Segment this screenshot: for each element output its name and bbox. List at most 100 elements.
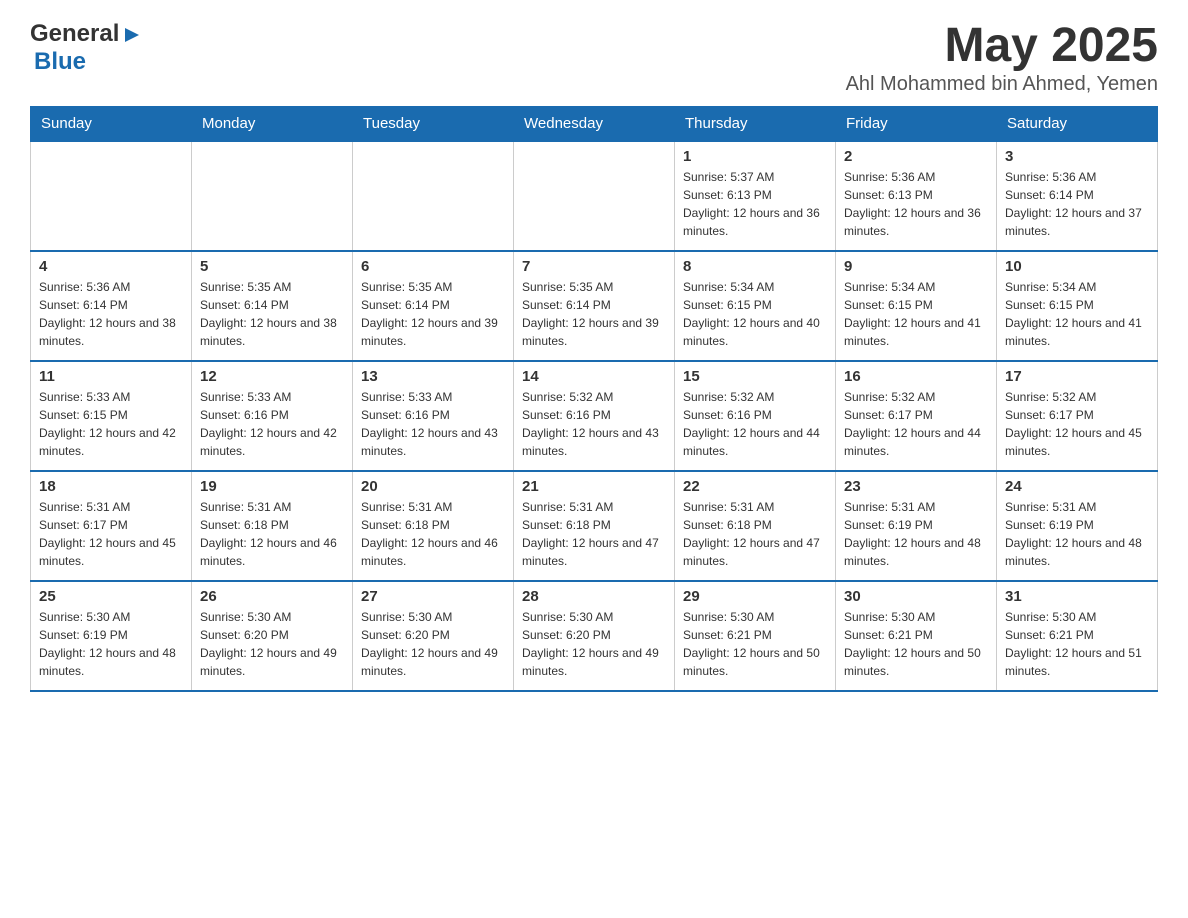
day-cell: 4Sunrise: 5:36 AMSunset: 6:14 PMDaylight… xyxy=(31,251,192,361)
day-cell: 30 Sunrise: 5:30 AMSunset: 6:21 PMDayligh… xyxy=(836,581,997,691)
day-cell: 22Sunrise: 5:31 AMSunset: 6:18 PMDayligh… xyxy=(675,471,836,581)
day-info: Sunrise: 5:31 AMSunset: 6:18 PMDaylight:… xyxy=(522,498,666,570)
day-cell: 26Sunrise: 5:30 AMSunset: 6:20 PMDayligh… xyxy=(192,581,353,691)
day-number: 8 xyxy=(683,258,827,275)
day-number: 14 xyxy=(522,368,666,385)
day-info: Sunrise: 5:35 AMSunset: 6:14 PMDaylight:… xyxy=(200,278,344,350)
weekday-header-row: SundayMondayTuesdayWednesdayThursdayFrid… xyxy=(31,106,1158,141)
day-info: Sunrise: 5:31 AMSunset: 6:17 PMDaylight:… xyxy=(39,498,183,570)
logo-general-text: General xyxy=(30,20,119,48)
day-info: Sunrise: 5:30 AMSunset: 6:19 PMDaylight:… xyxy=(39,608,183,680)
day-info: Sunrise: 5:30 AMSunset: 6:21 PMDaylight:… xyxy=(683,608,827,680)
logo-blue-text: Blue xyxy=(34,48,86,76)
day-info: Sunrise: 5:32 AMSunset: 6:16 PMDaylight:… xyxy=(522,388,666,460)
day-cell: 15 Sunrise: 5:32 AMSunset: 6:16 PMDayligh… xyxy=(675,361,836,471)
calendar-table: SundayMondayTuesdayWednesdayThursdayFrid… xyxy=(30,106,1158,692)
day-cell: 2 Sunrise: 5:36 AMSunset: 6:13 PMDaylight… xyxy=(836,141,997,251)
day-number: 12 xyxy=(200,368,344,385)
week-row-2: 4Sunrise: 5:36 AMSunset: 6:14 PMDaylight… xyxy=(31,251,1158,361)
day-cell xyxy=(31,141,192,251)
day-number: 9 xyxy=(844,258,988,275)
week-row-5: 25 Sunrise: 5:30 AMSunset: 6:19 PMDayligh… xyxy=(31,581,1158,691)
day-number: 21 xyxy=(522,478,666,495)
day-info: Sunrise: 5:31 AMSunset: 6:18 PMDaylight:… xyxy=(361,498,505,570)
day-info: Sunrise: 5:34 AMSunset: 6:15 PMDaylight:… xyxy=(1005,278,1149,350)
day-number: 1 xyxy=(683,148,827,165)
day-cell xyxy=(514,141,675,251)
day-number: 22 xyxy=(683,478,827,495)
day-number: 18 xyxy=(39,478,183,495)
day-info: Sunrise: 5:35 AMSunset: 6:14 PMDaylight:… xyxy=(522,278,666,350)
week-row-1: 1 Sunrise: 5:37 AMSunset: 6:13 PMDaylight… xyxy=(31,141,1158,251)
day-cell: 31 Sunrise: 5:30 AMSunset: 6:21 PMDayligh… xyxy=(997,581,1158,691)
day-cell: 27 Sunrise: 5:30 AMSunset: 6:20 PMDayligh… xyxy=(353,581,514,691)
day-cell: 18 Sunrise: 5:31 AMSunset: 6:17 PMDayligh… xyxy=(31,471,192,581)
day-cell: 9 Sunrise: 5:34 AMSunset: 6:15 PMDaylight… xyxy=(836,251,997,361)
day-cell: 11 Sunrise: 5:33 AMSunset: 6:15 PMDayligh… xyxy=(31,361,192,471)
day-number: 2 xyxy=(844,148,988,165)
day-info: Sunrise: 5:37 AMSunset: 6:13 PMDaylight:… xyxy=(683,168,827,240)
day-info: Sunrise: 5:34 AMSunset: 6:15 PMDaylight:… xyxy=(844,278,988,350)
day-cell: 20 Sunrise: 5:31 AMSunset: 6:18 PMDayligh… xyxy=(353,471,514,581)
day-cell: 10Sunrise: 5:34 AMSunset: 6:15 PMDayligh… xyxy=(997,251,1158,361)
weekday-header-sunday: Sunday xyxy=(31,106,192,141)
day-info: Sunrise: 5:30 AMSunset: 6:20 PMDaylight:… xyxy=(522,608,666,680)
day-cell: 3 Sunrise: 5:36 AMSunset: 6:14 PMDaylight… xyxy=(997,141,1158,251)
day-info: Sunrise: 5:31 AMSunset: 6:19 PMDaylight:… xyxy=(1005,498,1149,570)
day-number: 3 xyxy=(1005,148,1149,165)
day-number: 16 xyxy=(844,368,988,385)
day-cell: 12 Sunrise: 5:33 AMSunset: 6:16 PMDayligh… xyxy=(192,361,353,471)
day-number: 20 xyxy=(361,478,505,495)
day-cell: 28 Sunrise: 5:30 AMSunset: 6:20 PMDayligh… xyxy=(514,581,675,691)
week-row-3: 11 Sunrise: 5:33 AMSunset: 6:15 PMDayligh… xyxy=(31,361,1158,471)
day-cell: 8 Sunrise: 5:34 AMSunset: 6:15 PMDaylight… xyxy=(675,251,836,361)
day-cell xyxy=(353,141,514,251)
day-cell: 23Sunrise: 5:31 AMSunset: 6:19 PMDayligh… xyxy=(836,471,997,581)
day-cell: 13 Sunrise: 5:33 AMSunset: 6:16 PMDayligh… xyxy=(353,361,514,471)
day-number: 24 xyxy=(1005,478,1149,495)
day-number: 31 xyxy=(1005,588,1149,605)
weekday-header-thursday: Thursday xyxy=(675,106,836,141)
day-number: 28 xyxy=(522,588,666,605)
day-number: 19 xyxy=(200,478,344,495)
day-info: Sunrise: 5:30 AMSunset: 6:20 PMDaylight:… xyxy=(200,608,344,680)
day-number: 23 xyxy=(844,478,988,495)
day-number: 11 xyxy=(39,368,183,385)
day-cell: 17Sunrise: 5:32 AMSunset: 6:17 PMDayligh… xyxy=(997,361,1158,471)
day-cell: 21 Sunrise: 5:31 AMSunset: 6:18 PMDayligh… xyxy=(514,471,675,581)
day-cell: 29 Sunrise: 5:30 AMSunset: 6:21 PMDayligh… xyxy=(675,581,836,691)
day-cell: 14 Sunrise: 5:32 AMSunset: 6:16 PMDayligh… xyxy=(514,361,675,471)
week-row-4: 18 Sunrise: 5:31 AMSunset: 6:17 PMDayligh… xyxy=(31,471,1158,581)
day-cell: 24 Sunrise: 5:31 AMSunset: 6:19 PMDayligh… xyxy=(997,471,1158,581)
day-info: Sunrise: 5:33 AMSunset: 6:15 PMDaylight:… xyxy=(39,388,183,460)
day-number: 15 xyxy=(683,368,827,385)
logo-triangle-icon xyxy=(121,24,143,46)
day-cell: 1 Sunrise: 5:37 AMSunset: 6:13 PMDaylight… xyxy=(675,141,836,251)
logo: General Blue xyxy=(30,20,143,76)
day-number: 30 xyxy=(844,588,988,605)
day-info: Sunrise: 5:32 AMSunset: 6:17 PMDaylight:… xyxy=(844,388,988,460)
day-info: Sunrise: 5:30 AMSunset: 6:20 PMDaylight:… xyxy=(361,608,505,680)
day-info: Sunrise: 5:36 AMSunset: 6:14 PMDaylight:… xyxy=(39,278,183,350)
day-number: 25 xyxy=(39,588,183,605)
day-number: 5 xyxy=(200,258,344,275)
day-info: Sunrise: 5:33 AMSunset: 6:16 PMDaylight:… xyxy=(361,388,505,460)
day-info: Sunrise: 5:31 AMSunset: 6:18 PMDaylight:… xyxy=(200,498,344,570)
day-info: Sunrise: 5:32 AMSunset: 6:17 PMDaylight:… xyxy=(1005,388,1149,460)
page-header: General Blue May 2025 Ahl Mohammed bin A… xyxy=(30,20,1158,96)
day-info: Sunrise: 5:36 AMSunset: 6:14 PMDaylight:… xyxy=(1005,168,1149,240)
day-number: 27 xyxy=(361,588,505,605)
day-info: Sunrise: 5:33 AMSunset: 6:16 PMDaylight:… xyxy=(200,388,344,460)
day-info: Sunrise: 5:30 AMSunset: 6:21 PMDaylight:… xyxy=(844,608,988,680)
day-cell: 5 Sunrise: 5:35 AMSunset: 6:14 PMDaylight… xyxy=(192,251,353,361)
month-title: May 2025 xyxy=(846,20,1158,73)
day-number: 29 xyxy=(683,588,827,605)
day-info: Sunrise: 5:32 AMSunset: 6:16 PMDaylight:… xyxy=(683,388,827,460)
weekday-header-monday: Monday xyxy=(192,106,353,141)
day-info: Sunrise: 5:34 AMSunset: 6:15 PMDaylight:… xyxy=(683,278,827,350)
day-info: Sunrise: 5:35 AMSunset: 6:14 PMDaylight:… xyxy=(361,278,505,350)
day-number: 13 xyxy=(361,368,505,385)
day-number: 6 xyxy=(361,258,505,275)
day-info: Sunrise: 5:36 AMSunset: 6:13 PMDaylight:… xyxy=(844,168,988,240)
day-info: Sunrise: 5:30 AMSunset: 6:21 PMDaylight:… xyxy=(1005,608,1149,680)
